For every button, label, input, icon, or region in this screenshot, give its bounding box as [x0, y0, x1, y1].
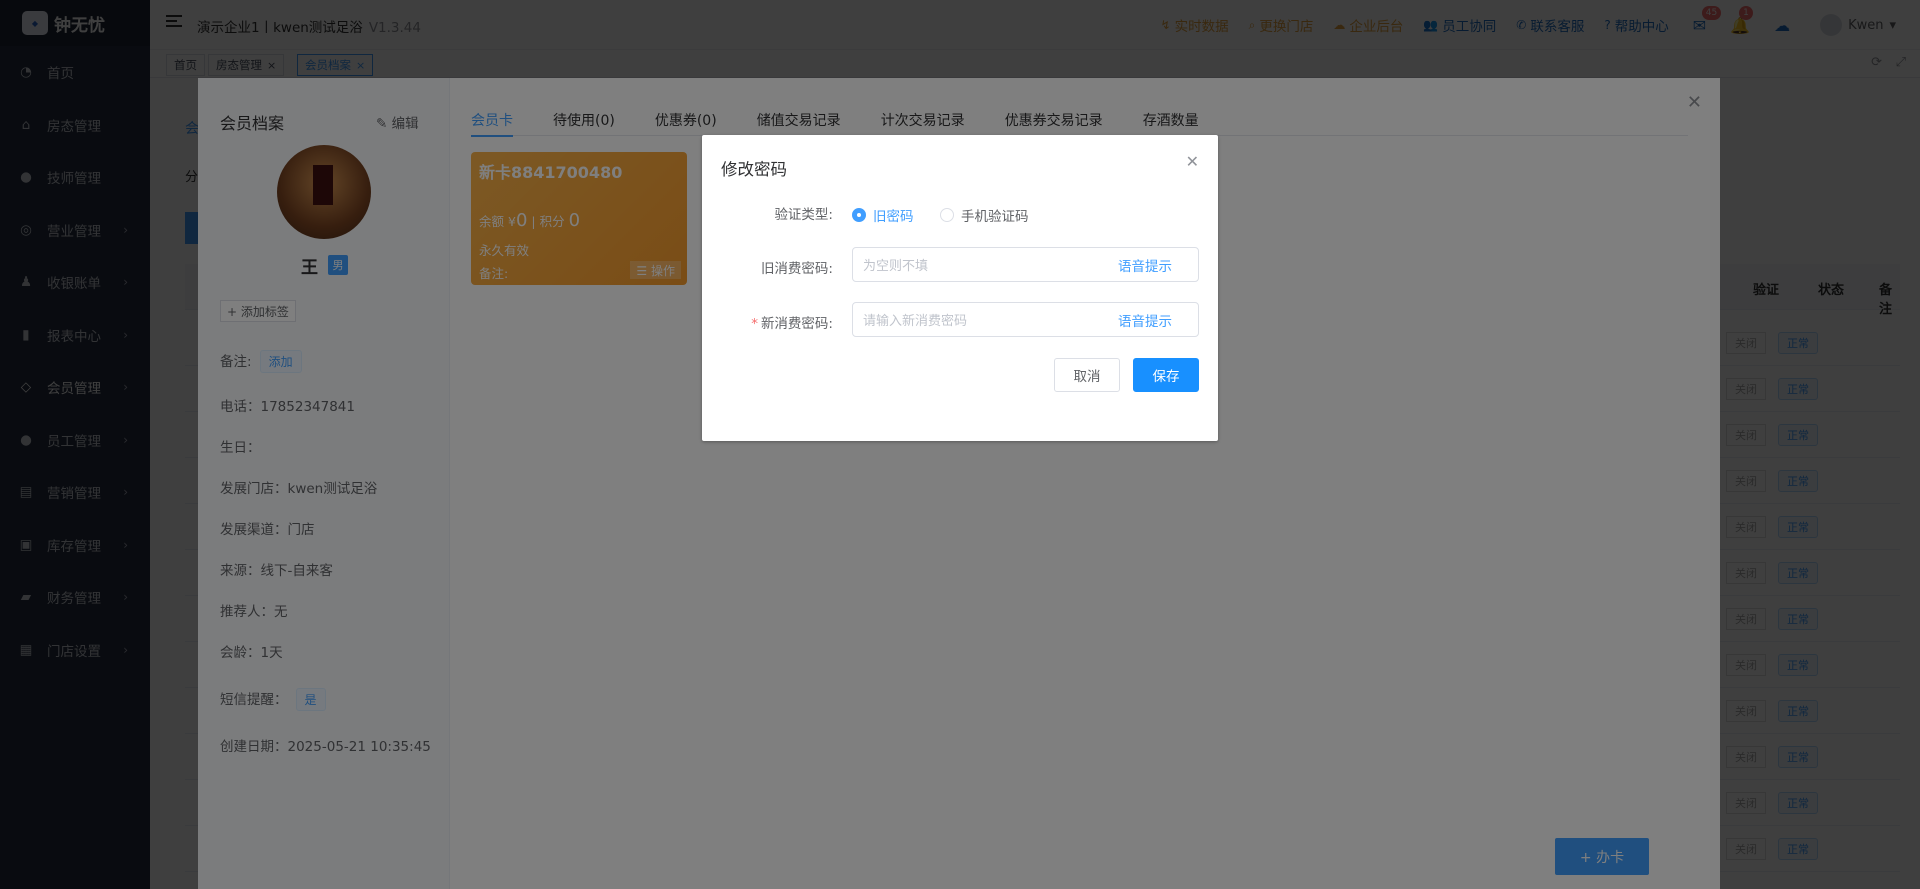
old-password-label: 旧消费密码:	[760, 261, 833, 277]
placeholder: 为空则不填	[863, 259, 929, 274]
new-password-input[interactable]: 请输入新消费密码 语音提示	[852, 302, 1199, 337]
radio-old-password[interactable]: 旧密码	[852, 205, 914, 225]
radio-sms-code[interactable]: 手机验证码	[940, 205, 1029, 225]
voice-hint-button[interactable]: 语音提示	[1118, 310, 1172, 330]
dialog-title: 修改密码	[721, 160, 787, 179]
required-mark: *	[751, 316, 758, 332]
verify-type-label: 验证类型:	[774, 207, 833, 223]
new-password-label: * 新消费密码:	[751, 312, 833, 332]
radio-label: 旧密码	[873, 209, 914, 225]
radio-dot-icon	[940, 208, 954, 222]
change-password-dialog: 修改密码 ✕ 验证类型: 旧密码 手机验证码 旧消费密码: 为空则不填 语音提示 …	[702, 135, 1218, 441]
old-password-input[interactable]: 为空则不填 语音提示	[852, 247, 1199, 282]
placeholder: 请输入新消费密码	[863, 314, 968, 329]
new-password-label-text: 新消费密码:	[760, 316, 833, 332]
cancel-button[interactable]: 取消	[1054, 358, 1120, 392]
save-button[interactable]: 保存	[1133, 358, 1199, 392]
dialog-overlay	[0, 0, 1920, 889]
radio-label: 手机验证码	[961, 209, 1029, 225]
voice-hint-button[interactable]: 语音提示	[1118, 255, 1172, 275]
radio-dot-icon	[852, 208, 866, 222]
close-icon[interactable]: ✕	[1186, 152, 1199, 171]
